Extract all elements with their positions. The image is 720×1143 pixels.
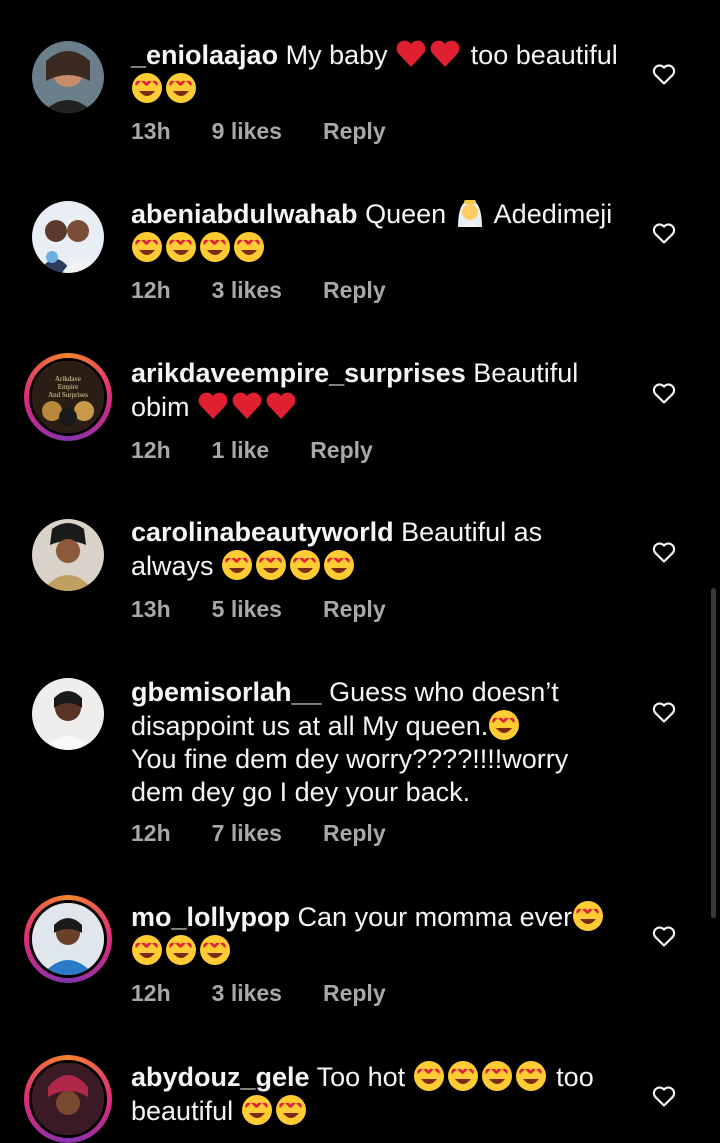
comment-text: too beautiful — [470, 40, 618, 70]
scrollbar[interactable] — [711, 588, 716, 918]
comment-username[interactable]: abydouz_gele — [131, 1062, 310, 1092]
comment-username[interactable]: arikdaveempire_surprises — [131, 358, 466, 388]
avatar[interactable] — [32, 519, 104, 591]
heart-eyes-emoji — [255, 549, 287, 581]
heart-eyes-emoji — [515, 1060, 547, 1092]
reply-button[interactable]: Reply — [323, 277, 386, 304]
red-heart-emoji — [197, 390, 229, 422]
heart-eyes-emoji — [165, 934, 197, 966]
comment-likes[interactable]: 7 likes — [212, 820, 282, 847]
comment-text: Too hot — [316, 1062, 406, 1092]
comment-username[interactable]: abeniabdulwahab — [131, 199, 358, 229]
heart-eyes-emoji — [241, 1094, 273, 1126]
comment-text: disappoint us at all My queen. — [131, 711, 489, 741]
red-heart-emoji — [265, 390, 297, 422]
comment-text: You fine dem dey worry????!!!!worry — [131, 744, 569, 774]
comment-text: always — [131, 551, 214, 581]
heart-eyes-emoji — [413, 1060, 445, 1092]
comment-text: dem dey go I dey your back. — [131, 777, 471, 807]
comment-username[interactable]: _eniolaajao — [131, 40, 278, 70]
comment-time: 12h — [131, 980, 171, 1006]
comment-likes[interactable]: 3 likes — [212, 980, 282, 1007]
heart-eyes-emoji — [165, 231, 197, 263]
avatar[interactable] — [32, 41, 104, 113]
heart-eyes-emoji — [131, 72, 163, 104]
red-heart-emoji — [231, 390, 263, 422]
svg-text:And Surprises: And Surprises — [48, 391, 88, 399]
heart-eyes-emoji — [572, 900, 604, 932]
heart-outline-icon[interactable] — [652, 382, 676, 404]
avatar[interactable] — [32, 678, 104, 750]
heart-outline-icon[interactable] — [652, 541, 676, 563]
red-heart-emoji — [429, 38, 461, 70]
heart-eyes-emoji — [221, 549, 253, 581]
person-with-veil-emoji — [454, 197, 486, 229]
comment-time: 12h — [131, 277, 171, 303]
heart-eyes-emoji — [199, 934, 231, 966]
comment-text: Queen — [365, 199, 447, 229]
comment-username[interactable]: mo_lollypop — [131, 902, 290, 932]
heart-outline-icon[interactable] — [652, 63, 676, 85]
heart-eyes-emoji — [131, 934, 163, 966]
heart-eyes-emoji — [165, 72, 197, 104]
comment-text: My baby — [285, 40, 388, 70]
reply-button[interactable]: Reply — [323, 596, 386, 623]
comment-text: too — [556, 1062, 594, 1092]
heart-eyes-emoji — [481, 1060, 513, 1092]
avatar-story-ring[interactable]: Arikdave Empire And Surprises — [24, 353, 112, 441]
comment-username[interactable]: carolinabeautyworld — [131, 517, 394, 547]
heart-eyes-emoji — [131, 231, 163, 263]
heart-outline-icon[interactable] — [652, 925, 676, 947]
red-heart-emoji — [395, 38, 427, 70]
heart-outline-icon[interactable] — [652, 701, 676, 723]
reply-button[interactable]: Reply — [323, 118, 386, 145]
comment-text: Beautiful as — [401, 517, 543, 547]
comment-text: obim — [131, 392, 190, 422]
comment-username[interactable]: gbemisorlah__ — [131, 677, 322, 707]
comment-time: 12h — [131, 820, 171, 846]
heart-eyes-emoji — [447, 1060, 479, 1092]
comment-time: 12h — [131, 437, 171, 463]
comment-text: Beautiful — [473, 358, 579, 388]
heart-outline-icon[interactable] — [652, 1085, 676, 1107]
avatar-story-ring[interactable] — [24, 895, 112, 983]
comment-text: Adedimeji — [493, 199, 613, 229]
comment-text: beautiful — [131, 1096, 234, 1126]
comment-likes[interactable]: 3 likes — [212, 277, 282, 304]
comment-text: Can your momma ever — [297, 902, 573, 932]
comment-likes[interactable]: 5 likes — [212, 596, 282, 623]
comment-time: 13h — [131, 118, 171, 144]
heart-outline-icon[interactable] — [652, 222, 676, 244]
reply-button[interactable]: Reply — [323, 980, 386, 1007]
heart-eyes-emoji — [275, 1094, 307, 1126]
heart-eyes-emoji — [323, 549, 355, 581]
heart-eyes-emoji — [233, 231, 265, 263]
heart-eyes-emoji — [199, 231, 231, 263]
comment-text: Guess who doesn’t — [329, 677, 559, 707]
reply-button[interactable]: Reply — [310, 437, 373, 464]
comment-likes[interactable]: 1 like — [212, 437, 270, 464]
avatar[interactable] — [32, 201, 104, 273]
comment-likes[interactable]: 9 likes — [212, 118, 282, 145]
svg-text:Empire: Empire — [58, 383, 79, 391]
avatar-story-ring[interactable] — [24, 1055, 112, 1143]
heart-eyes-emoji — [488, 709, 520, 741]
comment-time: 13h — [131, 596, 171, 622]
reply-button[interactable]: Reply — [323, 820, 386, 847]
heart-eyes-emoji — [289, 549, 321, 581]
avatar-logo-text: Arikdave — [55, 375, 81, 383]
